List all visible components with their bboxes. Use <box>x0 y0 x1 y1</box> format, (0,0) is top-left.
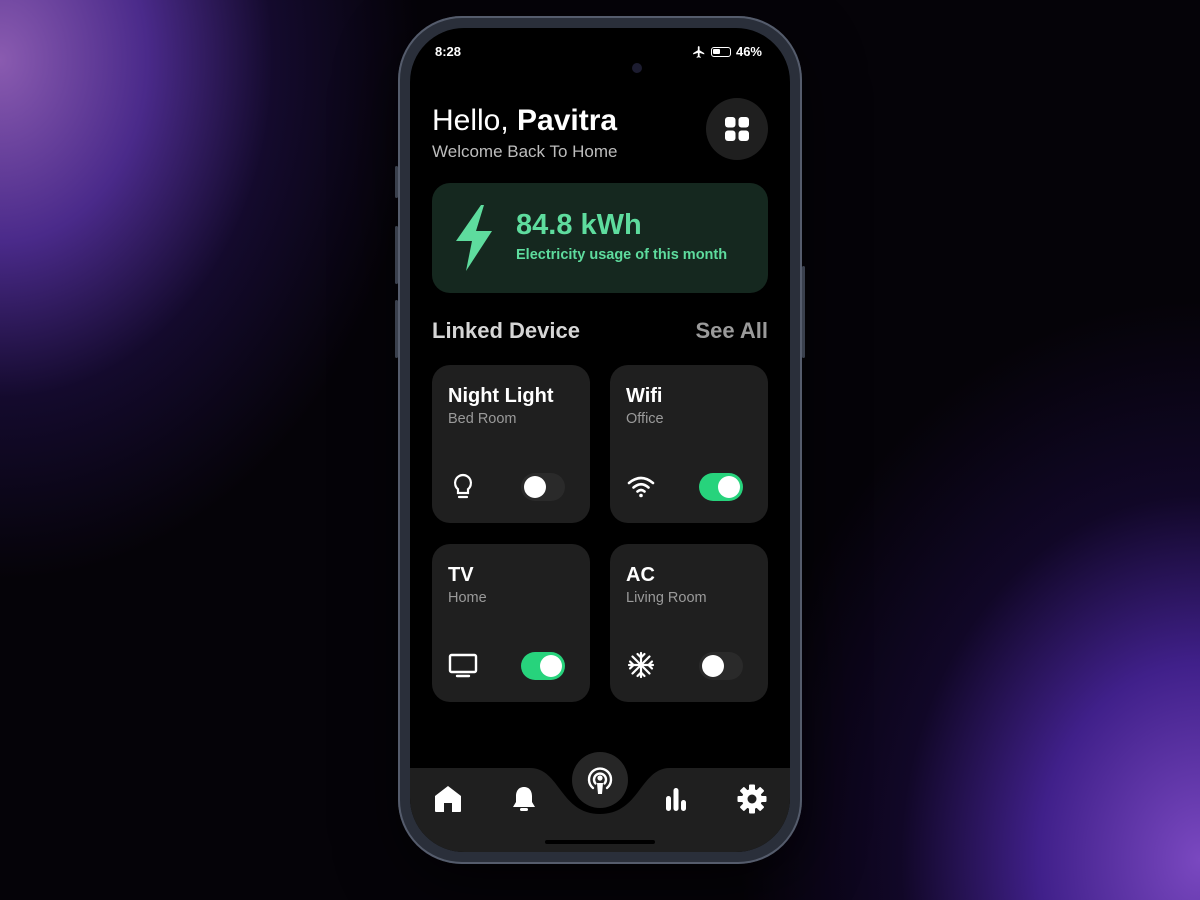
bar-chart-icon <box>666 788 686 811</box>
toggle-night-light[interactable] <box>521 473 565 501</box>
energy-usage-card[interactable]: 84.8 kWh Electricity usage of this month <box>432 183 768 293</box>
nav-notifications[interactable] <box>507 782 541 816</box>
device-card-ac[interactable]: AC Living Room <box>610 544 768 702</box>
device-room: Living Room <box>626 590 707 606</box>
toggle-tv[interactable] <box>521 652 565 680</box>
snowflake-icon <box>627 651 655 679</box>
wifi-icon <box>627 476 655 498</box>
home-icon <box>435 786 461 812</box>
device-name: TV <box>448 564 474 586</box>
screen: 8:28 46% Hello, Pavitra Welcome Back To … <box>410 28 790 852</box>
gear-icon <box>737 784 767 814</box>
see-all-link[interactable]: See All <box>695 318 768 344</box>
status-indicators: 46% <box>692 44 762 59</box>
toggle-knob <box>702 655 724 677</box>
device-card-night-light[interactable]: Night Light Bed Room <box>432 365 590 523</box>
power-button <box>802 266 805 358</box>
home-indicator <box>545 840 655 844</box>
phone-frame: 8:28 46% Hello, Pavitra Welcome Back To … <box>395 16 805 864</box>
device-card-wifi[interactable]: Wifi Office <box>610 365 768 523</box>
nav-settings[interactable] <box>735 782 769 816</box>
dashboard-menu-button[interactable] <box>706 98 768 160</box>
toggle-knob <box>540 655 562 677</box>
toggle-knob <box>718 476 740 498</box>
volume-up-button <box>395 226 398 284</box>
energy-label: Electricity usage of this month <box>516 247 728 263</box>
device-room: Bed Room <box>448 411 517 427</box>
bell-icon <box>513 787 535 811</box>
nav-center-button[interactable] <box>572 752 628 808</box>
linked-devices-title: Linked Device <box>432 318 580 343</box>
status-bar: 8:28 46% <box>410 28 790 78</box>
toggle-wifi[interactable] <box>699 473 743 501</box>
airplane-icon <box>693 45 705 58</box>
volume-down-button <box>395 300 398 358</box>
device-room: Office <box>626 411 664 427</box>
action-button <box>395 166 398 198</box>
tv-icon <box>448 653 478 678</box>
battery-percent: 46% <box>735 44 762 59</box>
podcast-icon <box>587 767 613 794</box>
bottom-navigation <box>410 752 790 852</box>
greeting: Hello, Pavitra <box>432 104 617 138</box>
device-room: Home <box>448 590 487 606</box>
device-card-tv[interactable]: TV Home <box>432 544 590 702</box>
nav-statistics[interactable] <box>659 782 693 816</box>
toggle-knob <box>524 476 546 498</box>
device-name: AC <box>626 564 655 586</box>
lightning-icon <box>456 205 492 271</box>
grid-icon <box>725 117 749 141</box>
device-name: Night Light <box>448 385 554 407</box>
welcome-subtitle: Welcome Back To Home <box>432 142 618 161</box>
toggle-ac[interactable] <box>699 652 743 680</box>
status-time: 8:28 <box>435 44 462 59</box>
user-name: Pavitra <box>517 104 618 137</box>
device-name: Wifi <box>626 385 663 407</box>
nav-home[interactable] <box>431 782 465 816</box>
battery-icon <box>710 46 731 57</box>
energy-value: 84.8 kWh <box>516 209 642 241</box>
lightbulb-icon <box>453 473 473 499</box>
greeting-prefix: Hello, <box>432 104 509 137</box>
